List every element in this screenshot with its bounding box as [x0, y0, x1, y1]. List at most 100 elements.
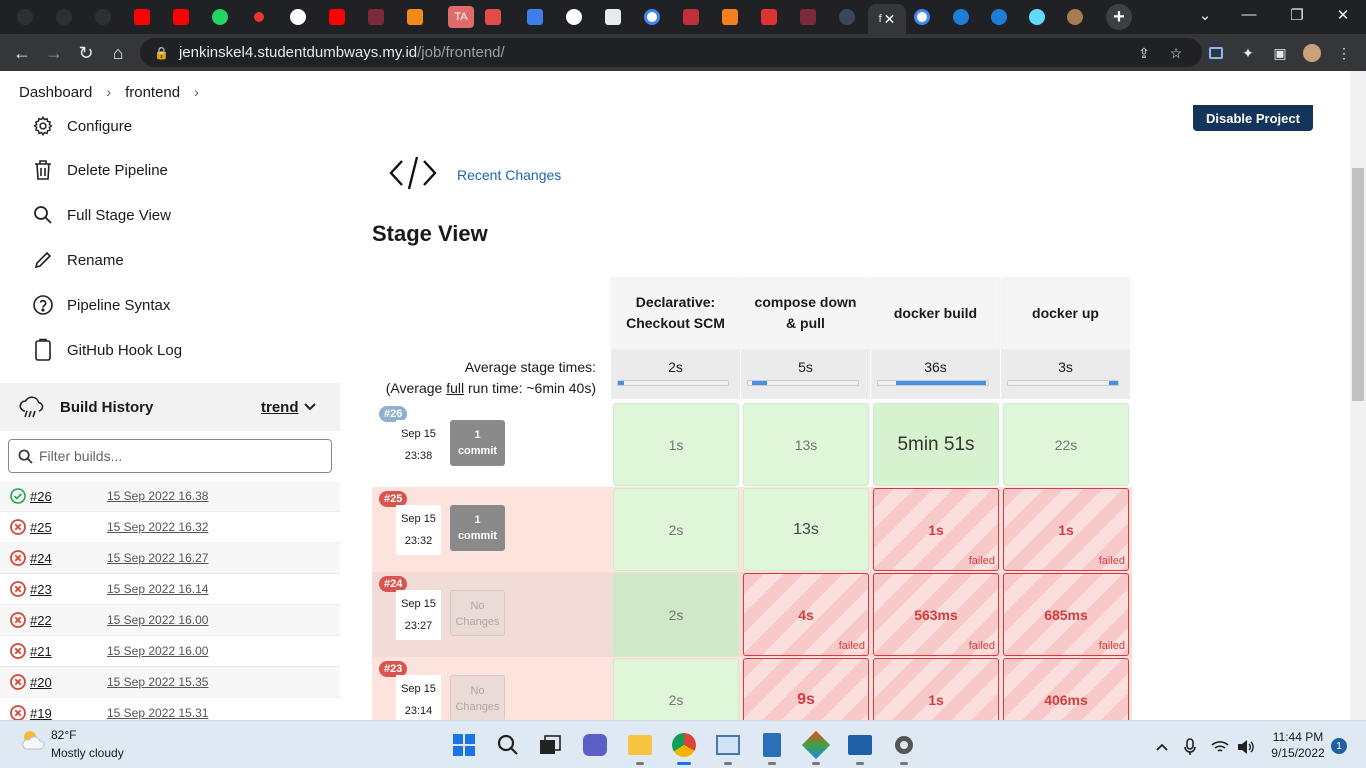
build-number-link[interactable]: #22 — [30, 613, 52, 628]
tab-blue-3[interactable] — [986, 6, 1012, 28]
tab-search-icon[interactable]: ⌄ — [1192, 6, 1218, 24]
tab-whatsapp[interactable] — [207, 6, 233, 28]
tab-blue-2[interactable] — [948, 6, 974, 28]
build-date-link[interactable]: 15 Sep 2022 15.31 — [107, 706, 208, 720]
tab-red-1[interactable] — [480, 6, 506, 28]
stage-cell[interactable]: 13s — [743, 488, 869, 571]
tab-infinity-2[interactable] — [795, 6, 821, 28]
system-clock[interactable]: 11:44 PM 9/15/2022 — [1268, 729, 1328, 761]
tab-avatar[interactable] — [1062, 6, 1088, 28]
tab-red-2[interactable] — [678, 6, 704, 28]
build-row[interactable]: #20 15 Sep 2022 15.35 — [0, 667, 340, 698]
breadcrumb-frontend[interactable]: frontend — [125, 84, 180, 101]
stage-cell[interactable]: 2s — [613, 488, 739, 571]
task-full-stage-view[interactable]: Full Stage View — [30, 200, 171, 230]
back-icon[interactable]: ← — [10, 41, 34, 65]
build-number-link[interactable]: #20 — [30, 675, 52, 690]
build-date-link[interactable]: 15 Sep 2022 16.27 — [107, 551, 208, 565]
tab-github-1[interactable] — [12, 6, 38, 28]
photos-icon[interactable] — [714, 731, 742, 765]
restore-icon[interactable]: ❐ — [1284, 6, 1310, 24]
build-row[interactable]: #22 15 Sep 2022 16.00 — [0, 605, 340, 636]
task-configure[interactable]: Configure — [30, 111, 132, 141]
profile-avatar[interactable] — [1302, 43, 1322, 63]
weather-cloud-icon[interactable] — [20, 729, 46, 756]
file-explorer-icon[interactable] — [626, 731, 654, 765]
tab-record[interactable] — [246, 6, 272, 28]
search-icon[interactable] — [494, 731, 522, 759]
tab-dark[interactable] — [834, 6, 860, 28]
build-row[interactable]: #19 15 Sep 2022 15.31 — [0, 698, 340, 720]
run-changes[interactable]: 1 commit — [450, 420, 505, 466]
stage-cell[interactable]: 1s failed — [1003, 488, 1129, 571]
tab-google-1[interactable] — [639, 6, 665, 28]
stage-cell[interactable]: 22s — [1003, 403, 1129, 486]
stage-cell[interactable]: 1s failed — [873, 488, 999, 571]
task-delete-pipeline[interactable]: Delete Pipeline — [30, 155, 168, 185]
tab-red-3[interactable] — [756, 6, 782, 28]
breadcrumb-dashboard[interactable]: Dashboard — [19, 84, 92, 101]
stage-cell[interactable]: 685ms failed — [1003, 573, 1129, 656]
wifi-icon[interactable] — [1206, 733, 1234, 761]
volume-icon[interactable] — [1232, 733, 1260, 761]
tab-google-2[interactable] — [909, 6, 935, 28]
share-icon[interactable]: ⇪ — [1134, 43, 1154, 63]
tab-blue-1[interactable] — [522, 6, 548, 28]
forward-icon[interactable]: → — [42, 41, 66, 65]
new-tab-button[interactable]: + — [1106, 4, 1132, 30]
side-panel-icon[interactable]: ▣ — [1270, 43, 1290, 63]
build-number-link[interactable]: #23 — [30, 582, 52, 597]
stage-cell[interactable]: 4s failed — [743, 573, 869, 656]
tab-globe-2[interactable] — [561, 6, 587, 28]
build-row[interactable]: #24 15 Sep 2022 16.27 — [0, 543, 340, 574]
extensions-icon[interactable]: ✦ — [1238, 43, 1258, 63]
bookmark-star-icon[interactable]: ☆ — [1166, 43, 1186, 63]
notification-badge[interactable]: 1 — [1331, 738, 1347, 754]
chevron-up-icon[interactable] — [1148, 733, 1176, 761]
stage-cell[interactable]: 2s — [613, 573, 739, 656]
menu-icon[interactable]: ⋮ — [1334, 43, 1354, 63]
run-changes[interactable]: 1 commit — [450, 505, 505, 551]
filter-builds-input[interactable]: Filter builds... — [8, 439, 332, 473]
build-number-link[interactable]: #24 — [30, 551, 52, 566]
build-date-link[interactable]: 15 Sep 2022 15.35 — [107, 675, 208, 689]
build-row[interactable]: #26 15 Sep 2022 16.38 — [0, 481, 340, 512]
tab-ta[interactable]: TA — [448, 6, 474, 28]
run-changes[interactable]: No Changes — [450, 590, 505, 636]
build-date-link[interactable]: 15 Sep 2022 16.38 — [107, 489, 208, 503]
tab-youtube-2[interactable] — [168, 6, 194, 28]
minimize-icon[interactable]: — — [1236, 6, 1262, 23]
notepad-icon[interactable] — [758, 731, 786, 765]
reload-icon[interactable]: ↻ — [74, 41, 98, 65]
close-window-icon[interactable]: ✕ — [1330, 6, 1356, 24]
stage-cell[interactable]: 1s — [873, 658, 999, 720]
build-row[interactable]: #25 15 Sep 2022 16.32 — [0, 512, 340, 543]
full-link[interactable]: full — [446, 380, 464, 396]
build-number-link[interactable]: #21 — [30, 644, 52, 659]
stage-cell[interactable]: 563ms failed — [873, 573, 999, 656]
image-viewer-icon[interactable] — [846, 731, 874, 765]
tab-youtube-1[interactable] — [129, 6, 155, 28]
tab-globe-1[interactable] — [285, 6, 311, 28]
tab-doc[interactable] — [600, 6, 626, 28]
task-pipeline-syntax[interactable]: Pipeline Syntax — [30, 290, 170, 320]
disable-project-button[interactable]: Disable Project — [1193, 105, 1313, 131]
tab-youtube-3[interactable] — [324, 6, 350, 28]
build-number-link[interactable]: #19 — [30, 706, 52, 721]
stage-cell[interactable]: 9s — [743, 658, 869, 720]
build-date-link[interactable]: 15 Sep 2022 16.32 — [107, 520, 208, 534]
build-date-link[interactable]: 15 Sep 2022 16.00 — [107, 644, 208, 658]
home-icon[interactable]: ⌂ — [106, 41, 130, 65]
scrollbar-thumb[interactable] — [1352, 168, 1364, 401]
tab-github-2[interactable] — [51, 6, 77, 28]
teams-icon[interactable] — [581, 731, 609, 759]
build-date-link[interactable]: 15 Sep 2022 16.00 — [107, 613, 208, 627]
stage-cell[interactable]: 5min 51s — [873, 403, 999, 486]
tab-box[interactable] — [402, 6, 428, 28]
build-row[interactable]: #23 15 Sep 2022 16.14 — [0, 574, 340, 605]
windows-start-icon[interactable] — [450, 731, 478, 759]
microphone-icon[interactable] — [1176, 733, 1204, 761]
chevron-down-icon[interactable] — [303, 399, 317, 417]
trend-link[interactable]: trend — [261, 399, 299, 416]
chrome-icon[interactable] — [670, 731, 698, 765]
